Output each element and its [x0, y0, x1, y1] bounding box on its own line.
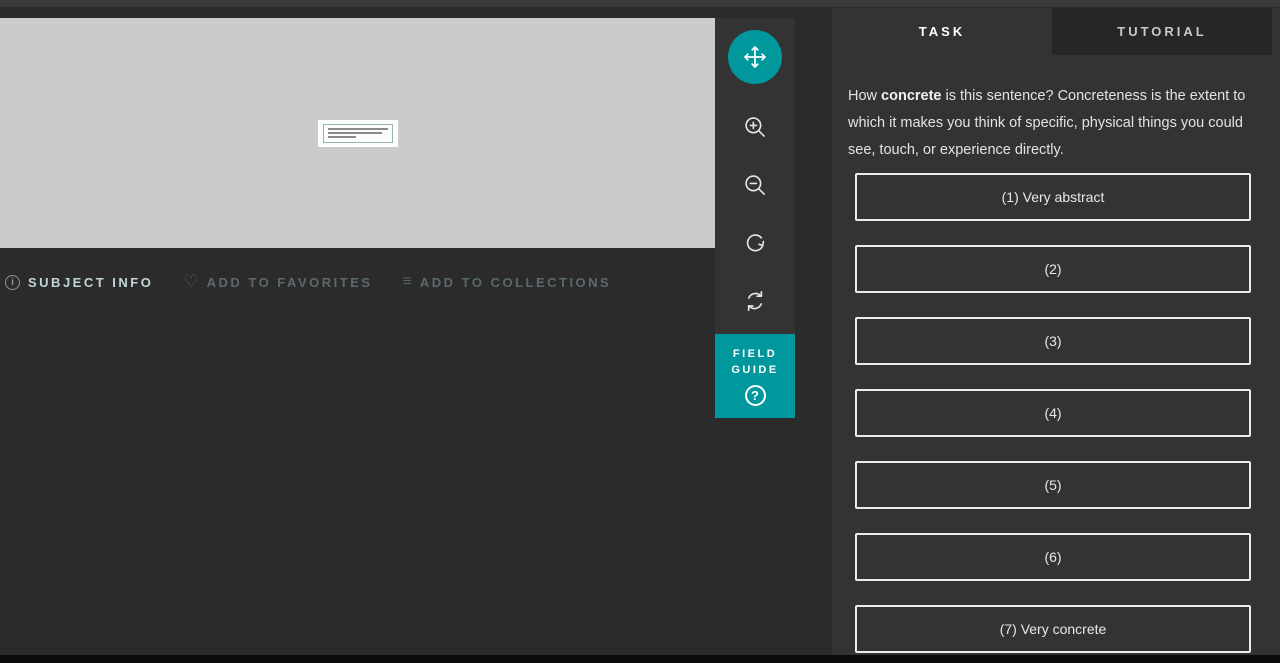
subject-viewer[interactable] — [0, 18, 715, 248]
answer-button-2[interactable]: (2) — [855, 245, 1251, 293]
tab-task-label: TASK — [918, 24, 966, 39]
move-icon — [742, 44, 768, 70]
answer-button-6[interactable]: (6) — [855, 533, 1251, 581]
add-to-collections-label: ADD TO COLLECTIONS — [419, 274, 612, 290]
move-tool-button[interactable] — [728, 30, 782, 84]
task-question: How concrete is this sentence? Concreten… — [848, 83, 1260, 164]
snippet-line — [328, 132, 382, 134]
snippet-line — [328, 128, 388, 130]
subject-text-snippet — [323, 124, 393, 143]
field-guide-button[interactable]: FIELD GUIDE ? — [715, 334, 795, 418]
zoom-in-button[interactable] — [740, 112, 770, 142]
info-icon: i — [5, 274, 20, 290]
field-guide-label: FIELD GUIDE — [731, 348, 779, 376]
answer-button-5[interactable]: (5) — [855, 461, 1251, 509]
rotate-icon — [742, 230, 768, 256]
top-window-strip — [0, 0, 1280, 7]
question-text-before: How — [848, 88, 882, 104]
tab-tutorial-label: TUTORIAL — [1117, 24, 1207, 39]
reset-rotation-icon — [742, 288, 768, 314]
subject-info-button[interactable]: i SUBJECT INFO — [5, 274, 154, 290]
answer-button-1[interactable]: (1) Very abstract — [855, 173, 1251, 221]
answer-button-3[interactable]: (3) — [855, 317, 1251, 365]
reset-button[interactable] — [740, 286, 770, 316]
tab-task[interactable]: TASK — [832, 8, 1052, 55]
subject-info-label: SUBJECT INFO — [28, 274, 154, 290]
classification-panel: TASK TUTORIAL How concrete is this sente… — [832, 8, 1280, 655]
add-to-collections-button[interactable]: ≡ ADD TO COLLECTIONS — [403, 273, 612, 291]
zoom-out-button[interactable] — [740, 170, 770, 200]
bottom-window-strip — [0, 655, 1280, 663]
question-text-bold: concrete — [881, 88, 942, 104]
add-to-favorites-button[interactable]: ♡ ADD TO FAVORITES — [183, 272, 372, 292]
rotate-button[interactable] — [740, 228, 770, 258]
snippet-line — [328, 136, 356, 138]
add-to-favorites-label: ADD TO FAVORITES — [206, 274, 373, 290]
help-icon: ? — [744, 385, 766, 406]
tab-tutorial[interactable]: TUTORIAL — [1052, 8, 1272, 55]
heart-icon: ♡ — [183, 272, 199, 291]
answer-list: (1) Very abstract (2) (3) (4) (5) (6) (7… — [832, 173, 1280, 653]
zoom-in-icon — [742, 114, 768, 140]
subject-metadata-bar: i SUBJECT INFO ♡ ADD TO FAVORITES ≡ ADD … — [5, 270, 611, 294]
answer-button-4[interactable]: (4) — [855, 389, 1251, 437]
list-icon: ≡ — [402, 273, 412, 290]
subject-image[interactable] — [318, 120, 398, 147]
answer-button-7[interactable]: (7) Very concrete — [855, 605, 1251, 653]
zoom-out-icon — [742, 172, 768, 198]
panel-tabs: TASK TUTORIAL — [832, 8, 1280, 55]
